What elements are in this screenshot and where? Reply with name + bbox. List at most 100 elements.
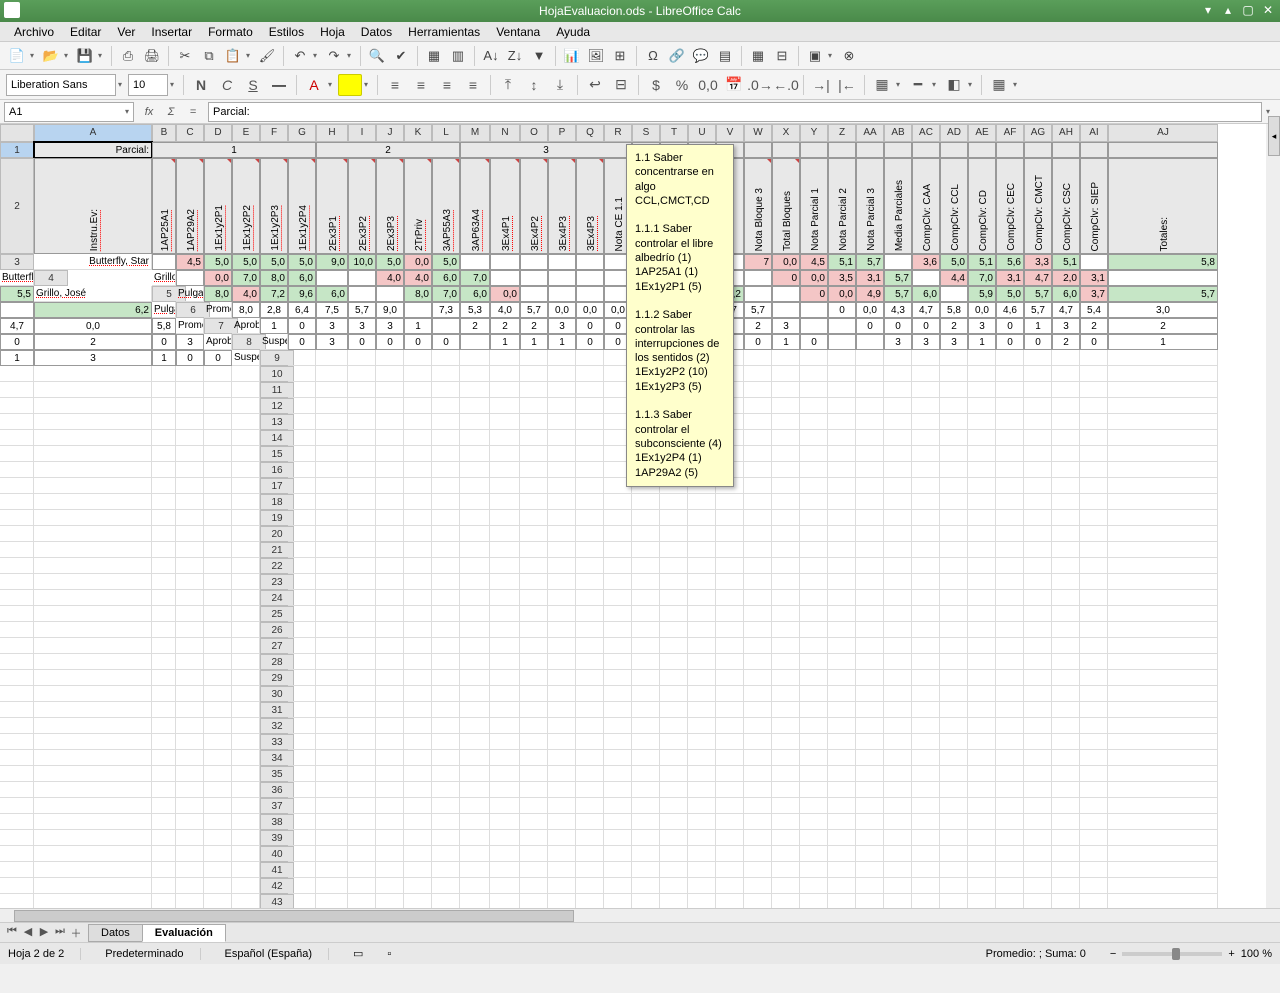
empty-cell[interactable] (548, 366, 576, 382)
strike-button[interactable]: — (267, 74, 291, 96)
empty-cell[interactable] (0, 462, 34, 478)
empty-cell[interactable] (152, 638, 176, 654)
empty-cell[interactable] (1108, 670, 1218, 686)
empty-cell[interactable] (376, 606, 404, 622)
empty-cell[interactable] (828, 734, 856, 750)
empty-cell[interactable] (912, 686, 940, 702)
empty-cell[interactable] (490, 622, 520, 638)
empty-cell[interactable] (800, 862, 828, 878)
empty-cell[interactable] (316, 574, 348, 590)
empty-cell[interactable] (996, 654, 1024, 670)
empty-cell[interactable] (460, 734, 490, 750)
empty-cell[interactable] (548, 462, 576, 478)
data-cell[interactable]: 5,0 (232, 254, 260, 270)
empty-cell[interactable] (152, 382, 176, 398)
empty-cell[interactable] (856, 894, 884, 908)
empty-cell[interactable] (688, 526, 716, 542)
empty-cell[interactable] (772, 622, 800, 638)
empty-cell[interactable] (348, 430, 376, 446)
empty-cell[interactable] (1052, 558, 1080, 574)
empty-cell[interactable] (1080, 590, 1108, 606)
empty-cell[interactable] (1024, 462, 1052, 478)
empty-cell[interactable] (34, 606, 152, 622)
empty-cell[interactable] (460, 830, 490, 846)
empty-cell[interactable] (996, 510, 1024, 526)
empty-cell[interactable] (432, 878, 460, 894)
empty-cell[interactable] (912, 718, 940, 734)
empty-cell[interactable] (520, 718, 548, 734)
col-header-G[interactable]: G (288, 124, 316, 142)
empty-cell[interactable] (460, 654, 490, 670)
empty-cell[interactable] (316, 894, 348, 908)
empty-cell[interactable] (34, 382, 152, 398)
empty-cell[interactable] (376, 894, 404, 908)
empty-cell[interactable] (940, 878, 968, 894)
data-cell[interactable]: 5,5 (0, 286, 34, 302)
empty-cell[interactable] (1080, 606, 1108, 622)
empty-cell[interactable] (968, 574, 996, 590)
empty-cell[interactable] (34, 686, 152, 702)
student-name-right[interactable]: Pulgarcito, Pepito (152, 302, 176, 318)
empty-cell[interactable] (232, 766, 260, 782)
empty-cell[interactable] (520, 734, 548, 750)
empty-cell[interactable] (1024, 878, 1052, 894)
empty-cell[interactable] (912, 350, 940, 366)
empty-cell[interactable] (1024, 478, 1052, 494)
empty-cell[interactable] (520, 846, 548, 862)
empty-cell[interactable] (152, 430, 176, 446)
empty-cell[interactable] (660, 510, 688, 526)
empty-cell[interactable] (688, 894, 716, 908)
empty-cell[interactable] (912, 878, 940, 894)
empty-cell[interactable] (940, 446, 968, 462)
empty-cell[interactable] (0, 798, 34, 814)
empty-cell[interactable] (688, 814, 716, 830)
empty-cell[interactable] (0, 526, 34, 542)
empty-cell[interactable] (288, 750, 316, 766)
empty-cell[interactable] (828, 446, 856, 462)
summary-cell[interactable]: 3 (912, 334, 940, 350)
empty-cell[interactable] (316, 638, 348, 654)
empty-cell[interactable] (520, 398, 548, 414)
empty-cell[interactable] (548, 670, 576, 686)
empty-cell[interactable] (0, 398, 34, 414)
empty-cell[interactable] (548, 558, 576, 574)
summary-cell[interactable]: 3 (884, 334, 912, 350)
empty-cell[interactable] (460, 478, 490, 494)
empty-cell[interactable] (968, 382, 996, 398)
empty-cell[interactable] (884, 478, 912, 494)
data-cell[interactable] (548, 270, 576, 286)
empty-cell[interactable] (940, 590, 968, 606)
empty-cell[interactable] (800, 702, 828, 718)
empty-cell[interactable] (1052, 414, 1080, 430)
empty-cell[interactable] (404, 462, 432, 478)
empty-cell[interactable] (232, 430, 260, 446)
empty-cell[interactable] (204, 622, 232, 638)
empty-cell[interactable] (520, 382, 548, 398)
empty-cell[interactable] (632, 526, 660, 542)
empty-cell[interactable] (1108, 430, 1218, 446)
empty-cell[interactable] (856, 814, 884, 830)
empty-cell[interactable] (460, 782, 490, 798)
sidebar-toggle[interactable]: ◂ (1268, 116, 1280, 156)
empty-cell[interactable] (204, 510, 232, 526)
empty-cell[interactable] (34, 446, 152, 462)
data-cell[interactable] (520, 254, 548, 270)
empty-cell[interactable] (828, 846, 856, 862)
empty-cell[interactable] (288, 590, 316, 606)
empty-cell[interactable] (856, 686, 884, 702)
empty-cell[interactable] (828, 766, 856, 782)
empty-cell[interactable] (772, 558, 800, 574)
empty-cell[interactable] (316, 798, 348, 814)
empty-cell[interactable] (520, 878, 548, 894)
empty-cell[interactable] (996, 766, 1024, 782)
empty-cell[interactable] (288, 798, 316, 814)
empty-cell[interactable] (744, 446, 772, 462)
empty-cell[interactable] (34, 846, 152, 862)
summary-cell[interactable]: 0 (912, 318, 940, 334)
empty-cell[interactable] (520, 750, 548, 766)
empty-cell[interactable] (604, 494, 632, 510)
empty-cell[interactable] (940, 606, 968, 622)
data-cell[interactable]: 4,0 (404, 270, 432, 286)
empty-cell[interactable] (940, 542, 968, 558)
empty-cell[interactable] (772, 846, 800, 862)
